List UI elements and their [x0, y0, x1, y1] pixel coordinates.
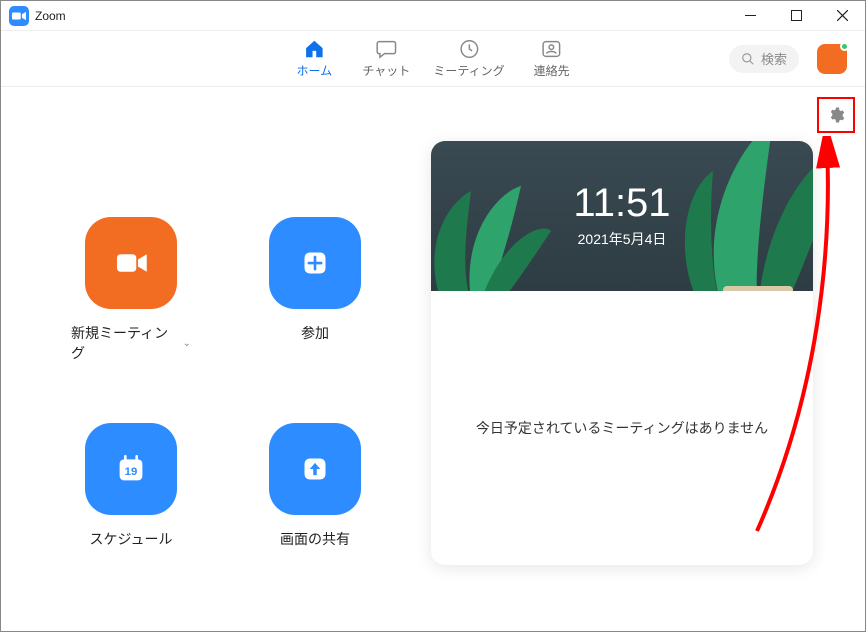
- close-button[interactable]: [819, 1, 865, 31]
- action-label: スケジュール: [89, 529, 172, 549]
- avatar[interactable]: [817, 44, 847, 74]
- window-title: Zoom: [35, 9, 66, 23]
- maximize-button[interactable]: [773, 1, 819, 31]
- contacts-icon: [541, 38, 563, 60]
- home-icon: [303, 38, 325, 60]
- home-actions: 新規ミーティング ⌄ 参加 19: [1, 87, 411, 631]
- card-header: 11:51 2021年5月4日: [431, 141, 813, 291]
- nav-label: ホーム: [297, 62, 333, 79]
- tab-meetings[interactable]: ミーティング: [433, 38, 504, 79]
- video-icon: [110, 242, 152, 284]
- chevron-down-icon[interactable]: ⌄: [183, 338, 191, 349]
- plant-illustration-right: [663, 141, 813, 291]
- search-placeholder: 検索: [761, 49, 787, 68]
- action-label: 画面の共有: [280, 529, 350, 549]
- schedule-button[interactable]: 19: [85, 423, 177, 515]
- calendar-icon: 19: [110, 448, 152, 490]
- nav-label: チャット: [362, 62, 410, 79]
- titlebar: Zoom: [1, 1, 865, 31]
- plant-illustration-left: [431, 161, 551, 291]
- tab-chat[interactable]: チャット: [361, 38, 411, 79]
- chat-icon: [375, 38, 397, 60]
- top-nav: ホーム チャット ミーティング 連絡先 検索: [1, 31, 865, 87]
- action-share-screen: 画面の共有: [255, 423, 375, 549]
- action-new-meeting: 新規ミーティング ⌄: [71, 217, 191, 363]
- presence-dot: [840, 42, 849, 51]
- action-label: 参加: [301, 323, 329, 343]
- search-icon: [741, 52, 755, 66]
- share-arrow-icon: [294, 448, 336, 490]
- nav-label: ミーティング: [433, 62, 504, 79]
- join-button[interactable]: [269, 217, 361, 309]
- right-panel: 11:51 2021年5月4日 今日予定されているミーティングはありません: [411, 87, 865, 631]
- current-date: 2021年5月4日: [578, 229, 667, 249]
- minimize-button[interactable]: [727, 1, 773, 31]
- current-time: 11:51: [573, 183, 670, 223]
- calendar-card: 11:51 2021年5月4日 今日予定されているミーティングはありません: [431, 141, 813, 565]
- svg-text:19: 19: [125, 466, 138, 478]
- tab-home[interactable]: ホーム: [289, 38, 339, 79]
- content: 新規ミーティング ⌄ 参加 19: [1, 87, 865, 631]
- plus-icon: [294, 242, 336, 284]
- no-meetings-message: 今日予定されているミーティングはありません: [431, 291, 813, 565]
- zoom-app-icon: [9, 6, 29, 26]
- clock-icon: [458, 38, 480, 60]
- share-screen-button[interactable]: [269, 423, 361, 515]
- action-join: 参加: [255, 217, 375, 363]
- action-schedule: 19 スケジュール: [71, 423, 191, 549]
- search-input[interactable]: 検索: [729, 45, 799, 73]
- tab-contacts[interactable]: 連絡先: [527, 38, 577, 79]
- action-label[interactable]: 新規ミーティング ⌄: [71, 323, 191, 363]
- nav-label: 連絡先: [534, 62, 570, 79]
- new-meeting-button[interactable]: [85, 217, 177, 309]
